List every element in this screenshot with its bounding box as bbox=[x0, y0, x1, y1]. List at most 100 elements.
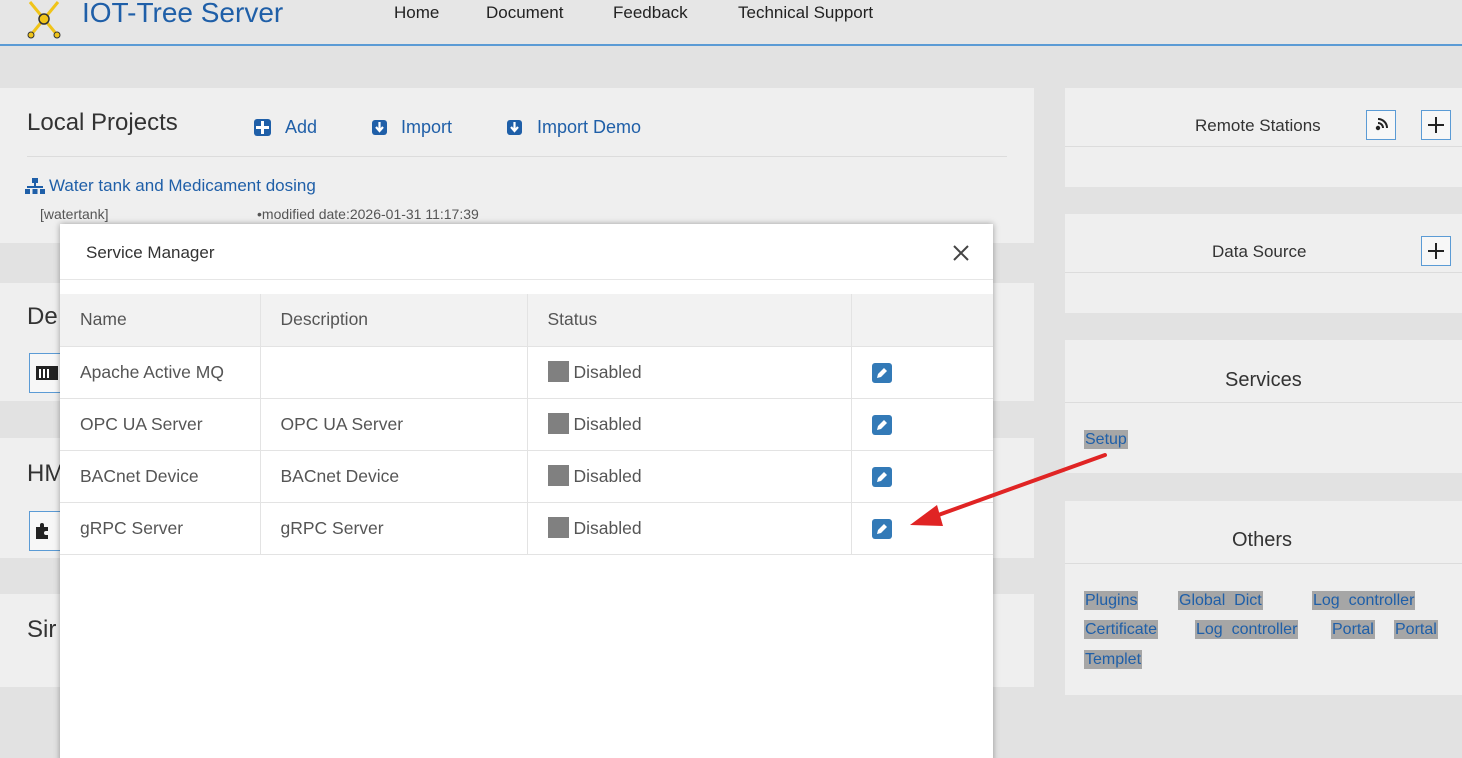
data-source-panel: Data Source bbox=[1065, 214, 1462, 313]
import-button[interactable]: Import bbox=[372, 117, 452, 138]
device-icon bbox=[36, 366, 58, 380]
service-description bbox=[260, 346, 528, 399]
hmi-item[interactable] bbox=[29, 511, 61, 551]
others-panel: Others Plugins Global Dict Log controlle… bbox=[1065, 501, 1462, 695]
others-link-templet[interactable]: Templet bbox=[1084, 650, 1143, 669]
service-name: BACnet Device bbox=[60, 450, 261, 503]
nav-document[interactable]: Document bbox=[486, 3, 563, 23]
signal-icon bbox=[1375, 118, 1388, 131]
services-panel: Services Setup bbox=[1065, 340, 1462, 473]
app-title[interactable]: IOT-Tree Server bbox=[82, 0, 283, 29]
column-header-name: Name bbox=[60, 294, 261, 347]
dialog-title: Service Manager bbox=[86, 243, 215, 262]
local-projects-title: Local Projects bbox=[27, 109, 178, 136]
services-table: Name Description Status Apache Active MQ… bbox=[60, 294, 993, 555]
others-link-log-controller-2[interactable]: Log controller bbox=[1195, 620, 1299, 639]
remote-connect-button[interactable] bbox=[1366, 110, 1396, 140]
import-demo-label: Import Demo bbox=[537, 117, 642, 137]
logo-icon bbox=[27, 1, 61, 39]
status-indicator bbox=[547, 517, 569, 538]
status-indicator bbox=[547, 413, 569, 434]
add-project-button[interactable]: Add bbox=[254, 117, 317, 138]
service-status: Disabled bbox=[527, 502, 852, 555]
pencil-icon bbox=[876, 523, 887, 534]
dialog-header: Service Manager bbox=[60, 224, 993, 280]
table-row: Apache Active MQ Disabled bbox=[60, 346, 993, 399]
import-demo-button[interactable]: Import Demo bbox=[506, 117, 641, 138]
divider bbox=[1065, 563, 1462, 564]
edit-button[interactable] bbox=[871, 518, 892, 539]
hmi-panel-title: HM bbox=[27, 460, 65, 487]
pencil-icon bbox=[876, 367, 887, 378]
others-link-log-controller[interactable]: Log controller bbox=[1312, 591, 1416, 610]
devices-panel-title: De bbox=[27, 303, 58, 330]
others-link-global-dict[interactable]: Global Dict bbox=[1178, 591, 1263, 610]
service-status: Disabled bbox=[527, 346, 852, 399]
import-label: Import bbox=[401, 117, 453, 137]
pencil-icon bbox=[876, 471, 887, 482]
project-name: Water tank and Medicament dosing bbox=[49, 176, 316, 195]
top-bar: IOT-Tree Server Home Document Feedback T… bbox=[0, 0, 1462, 46]
service-name: OPC UA Server bbox=[60, 398, 261, 451]
pencil-icon bbox=[876, 419, 887, 430]
add-remote-station-button[interactable] bbox=[1421, 110, 1451, 140]
others-link-portal[interactable]: Portal bbox=[1331, 620, 1375, 639]
sitemap-icon bbox=[25, 178, 45, 194]
service-description: gRPC Server bbox=[260, 502, 528, 555]
service-description: OPC UA Server bbox=[260, 398, 528, 451]
divider bbox=[1065, 146, 1462, 147]
project-modified-date: •modified date:2026-01-31 11:17:39 bbox=[257, 206, 479, 222]
others-link-portal-2[interactable]: Portal bbox=[1394, 620, 1438, 639]
add-data-source-button[interactable] bbox=[1421, 236, 1451, 266]
others-link-certificate[interactable]: Certificate bbox=[1084, 620, 1159, 639]
service-description: BACnet Device bbox=[260, 450, 528, 503]
status-indicator bbox=[547, 361, 569, 382]
actions-cell bbox=[851, 502, 993, 555]
import-icon bbox=[372, 120, 387, 135]
actions-cell bbox=[851, 398, 993, 451]
remote-stations-panel: Remote Stations bbox=[1065, 88, 1462, 187]
edit-button[interactable] bbox=[871, 414, 892, 435]
edit-button[interactable] bbox=[871, 362, 892, 383]
actions-cell bbox=[851, 450, 993, 503]
column-header-status: Status bbox=[527, 294, 852, 347]
table-row: BACnet Device BACnet Device Disabled bbox=[60, 450, 993, 503]
import-demo-icon bbox=[507, 120, 522, 135]
actions-cell bbox=[851, 346, 993, 399]
status-text: Disabled bbox=[573, 414, 642, 434]
project-link[interactable]: Water tank and Medicament dosing bbox=[25, 176, 316, 196]
status-text: Disabled bbox=[573, 466, 642, 486]
local-projects-panel: Local Projects Add Import Import Demo Wa… bbox=[0, 88, 1034, 243]
data-source-title: Data Source bbox=[1212, 242, 1307, 261]
edit-button[interactable] bbox=[871, 466, 892, 487]
nav-technical-support[interactable]: Technical Support bbox=[738, 3, 873, 23]
add-icon bbox=[254, 119, 271, 136]
divider bbox=[1065, 402, 1462, 403]
column-header-description: Description bbox=[260, 294, 528, 347]
table-row: OPC UA Server OPC UA Server Disabled bbox=[60, 398, 993, 451]
others-link-plugins[interactable]: Plugins bbox=[1084, 591, 1139, 610]
divider bbox=[27, 156, 1007, 157]
services-title: Services bbox=[1225, 369, 1302, 391]
status-text: Disabled bbox=[573, 518, 642, 538]
nav-feedback[interactable]: Feedback bbox=[613, 3, 688, 23]
table-header-row: Name Description Status bbox=[60, 294, 993, 347]
close-icon[interactable] bbox=[950, 242, 972, 264]
remote-stations-title: Remote Stations bbox=[1195, 116, 1321, 135]
service-name: gRPC Server bbox=[60, 502, 261, 555]
simulator-panel-title: Sir bbox=[27, 616, 57, 643]
plus-icon bbox=[1428, 243, 1444, 259]
project-id: [watertank] bbox=[40, 206, 109, 222]
nav-home[interactable]: Home bbox=[394, 3, 439, 23]
service-manager-dialog: Service Manager Name Description Status … bbox=[60, 224, 993, 758]
column-header-actions bbox=[851, 294, 993, 347]
puzzle-icon bbox=[36, 523, 48, 539]
service-status: Disabled bbox=[527, 450, 852, 503]
others-title: Others bbox=[1232, 529, 1293, 551]
status-indicator bbox=[547, 465, 569, 486]
add-label: Add bbox=[285, 117, 318, 137]
services-setup-link[interactable]: Setup bbox=[1084, 430, 1128, 449]
device-item[interactable] bbox=[29, 353, 61, 393]
service-name: Apache Active MQ bbox=[60, 346, 261, 399]
divider bbox=[1065, 272, 1462, 273]
